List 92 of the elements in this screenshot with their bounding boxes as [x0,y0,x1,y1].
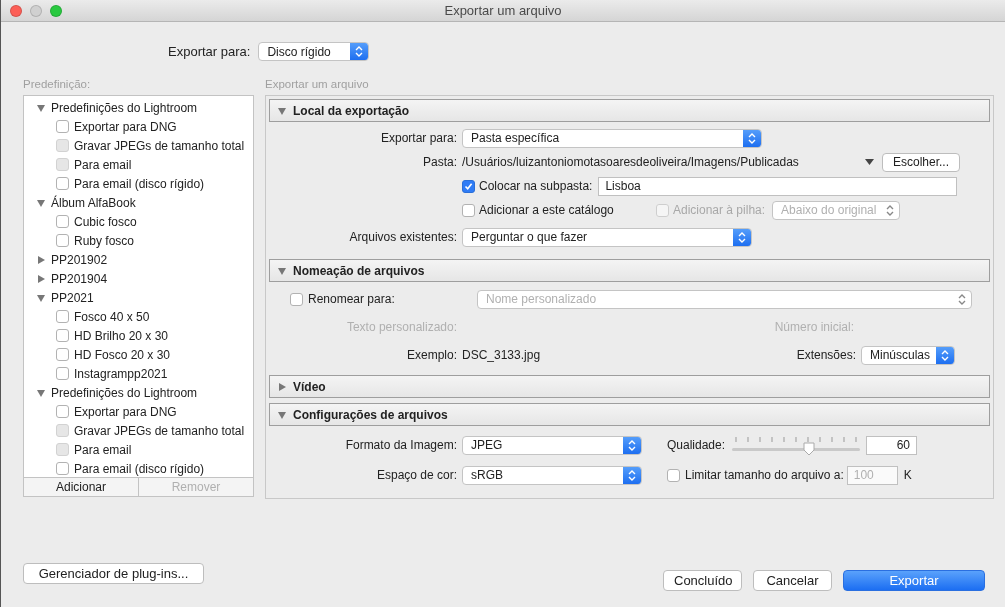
plugin-manager-button[interactable]: Gerenciador de plug-ins... [23,563,204,584]
field-label: Pasta: [421,155,458,169]
stepper-icon [350,43,369,60]
example-filename: DSC_3133.jpg [462,348,541,362]
checkbox-label: Limitar tamanho do arquivo a: [685,468,844,482]
slider-thumb[interactable] [801,442,816,456]
preset-item[interactable]: Cubic fosco [74,214,137,229]
stepper-icon [623,436,641,454]
field-label: Exportar para: [168,44,251,59]
field-label: Formato da Imagem: [344,438,458,452]
destination-select[interactable]: Pasta específica [462,128,762,148]
dropdown-arrow-icon[interactable] [865,158,874,166]
export-destination-select[interactable]: Disco rígido [258,42,370,61]
preset-item[interactable]: Fosco 40 x 50 [74,309,150,324]
color-space-select[interactable]: sRGB [462,465,642,485]
checkbox-label: Colocar na subpasta: [479,179,593,193]
disclosure-triangle-icon[interactable] [36,102,46,113]
section-header[interactable]: Configurações de arquivos [269,403,990,426]
quality-slider[interactable] [732,435,860,455]
stepper-icon [743,129,761,147]
field-label: Exportar para: [379,131,458,145]
preset-checkbox[interactable] [56,462,69,475]
preset-checkbox[interactable] [56,120,69,133]
preset-folder[interactable]: PP2021 [51,290,94,305]
field-label: Qualidade: [667,438,727,452]
preset-checkbox[interactable] [56,310,69,323]
format-select[interactable]: JPEG [462,435,642,455]
preset-item[interactable]: Para email (disco rígido) [74,176,205,191]
preset-checkbox[interactable] [56,215,69,228]
disclosure-triangle-icon[interactable] [277,265,287,276]
preset-folder[interactable]: Predefinições do Lightroom [51,385,198,400]
disclosure-triangle-icon[interactable] [277,409,287,420]
tick-marks-icon [732,437,860,445]
disclosure-triangle-icon[interactable] [277,381,287,392]
preset-folder[interactable]: Predefinições do Lightroom [51,100,198,115]
preset-checkbox[interactable] [56,405,69,418]
dialog-button[interactable]: Concluído [663,570,742,591]
preset-checkbox[interactable] [56,348,69,361]
preset-checkbox[interactable] [56,367,69,380]
subfolder-field[interactable]: Lisboa [598,176,958,196]
disclosure-triangle-icon[interactable] [36,254,46,265]
stepper-icon [623,466,641,484]
existing-files-select[interactable]: Perguntar o que fazer [462,227,752,247]
preset-item[interactable]: Instagrampp2021 [74,366,168,381]
subfolder-checkbox[interactable] [462,179,475,193]
zoom-button[interactable] [50,4,62,17]
preset-folder[interactable]: PP201904 [51,271,108,286]
add-button[interactable]: Adicionar [24,478,138,496]
choose-button[interactable]: Escolher... [882,152,960,172]
checkbox-label: Renomear para: [308,292,396,306]
section-header[interactable]: Nomeação de arquivos [269,259,990,282]
field-label: Exemplo: [405,348,458,362]
window-title: Exportar um arquivo [444,3,562,18]
preset-checkbox[interactable] [56,177,69,190]
preset-item[interactable]: Exportar para DNG [74,119,177,134]
checkbox-label: Adicionar à pilha: [673,203,766,217]
preset-folder[interactable]: PP201902 [51,252,108,267]
field-label: Espaço de cor: [375,468,458,482]
preset-checkbox[interactable] [56,234,69,247]
extensions-select[interactable]: Minúsculas [861,345,955,365]
stepper-icon [733,228,751,246]
panel-label: Predefinição: [23,79,92,90]
field-label: Arquivos existentes: [348,230,458,244]
field-label: Texto personalizado: [345,320,458,334]
minimize-button[interactable] [30,4,42,17]
preset-folder[interactable]: Álbum AlfaBook [51,195,136,210]
panel-label: Exportar um arquivo [265,79,370,90]
disclosure-triangle-icon[interactable] [36,273,46,284]
preset-item[interactable]: HD Fosco 20 x 30 [74,347,171,362]
stepper-icon [936,346,954,364]
disclosure-triangle-icon[interactable] [36,197,46,208]
unit-label: K [903,468,912,482]
rename-checkbox[interactable] [290,292,303,306]
disclosure-triangle-icon[interactable] [36,292,46,303]
folder-path: /Usuários/luizantoniomotasoaresdeoliveira/Imagens/Publicadas [462,155,799,169]
field-label: Extensões: [795,348,857,362]
disclosure-triangle-icon[interactable] [277,105,287,116]
preset-item[interactable]: Para email (disco rígido) [74,461,205,476]
close-button[interactable] [10,4,22,17]
limit-checkbox[interactable] [667,468,680,482]
disclosure-triangle-icon[interactable] [36,387,46,398]
preset-item[interactable]: HD Brilho 20 x 30 [74,328,169,343]
catalog-checkbox[interactable] [462,203,475,217]
preset-item[interactable]: Exportar para DNG [74,404,177,419]
preset-item[interactable]: Ruby fosco [74,233,135,248]
checkbox-label: Adicionar a este catálogo [479,203,615,217]
field-label: Número inicial: [773,320,855,334]
section-header[interactable]: Vídeo [269,375,990,398]
section-header[interactable]: Local da exportação [269,99,990,122]
quality-field[interactable]: 60 [866,435,917,455]
preset-checkbox[interactable] [56,329,69,342]
dialog-button[interactable]: Cancelar [753,570,832,591]
